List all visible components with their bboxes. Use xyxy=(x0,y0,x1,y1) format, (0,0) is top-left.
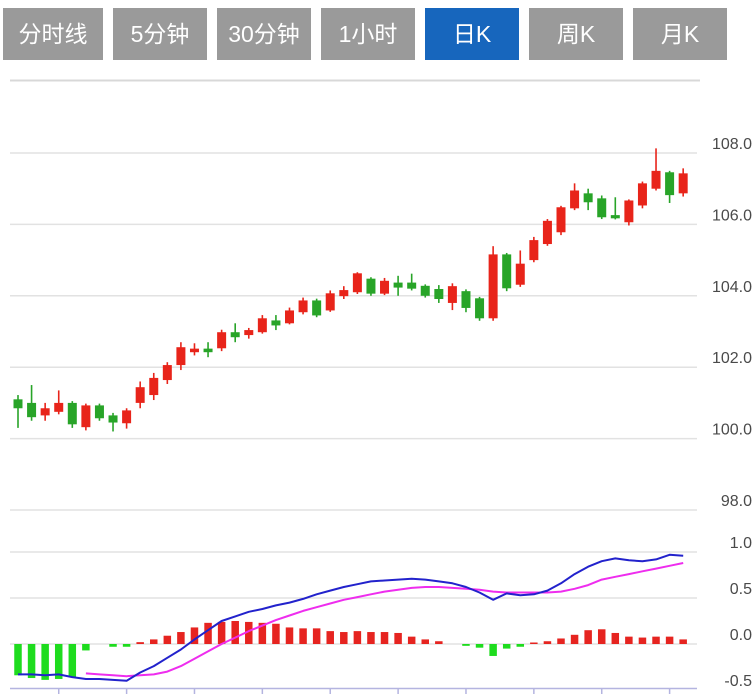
macd-panel: 1.0 0.5 0.0 -0.5 xyxy=(10,535,752,690)
kline-chart-app: 108.0 106.0 104.0 102.0 100.0 98.0 1.0 0.5 0.0 -0… xyxy=(0,0,755,694)
tab-monthly-k[interactable]: 月K xyxy=(633,8,727,60)
svg-text:-0.5: -0.5 xyxy=(724,673,752,690)
tab-weekly-k[interactable]: 周K xyxy=(529,8,623,60)
tab-daily-k[interactable]: 日K xyxy=(425,8,519,60)
tab-30min[interactable]: 30分钟 xyxy=(217,8,311,60)
svg-text:1.0: 1.0 xyxy=(730,535,752,552)
x-axis xyxy=(10,689,697,694)
chart-canvas: 108.0 106.0 104.0 102.0 100.0 98.0 1.0 0.5 0.0 -0… xyxy=(0,0,755,694)
svg-text:106.0: 106.0 xyxy=(712,207,752,224)
interval-toolbar: 分时线 5分钟 30分钟 1小时 日K 周K 月K xyxy=(3,8,727,60)
candlestick-panel: 108.0 106.0 104.0 102.0 100.0 98.0 xyxy=(10,81,752,511)
tab-5min[interactable]: 5分钟 xyxy=(113,8,207,60)
svg-text:102.0: 102.0 xyxy=(712,350,752,367)
svg-text:100.0: 100.0 xyxy=(712,422,752,439)
tab-1hour[interactable]: 1小时 xyxy=(321,8,415,60)
svg-text:104.0: 104.0 xyxy=(712,279,752,296)
svg-text:0.0: 0.0 xyxy=(730,627,752,644)
tab-minute-line[interactable]: 分时线 xyxy=(3,8,103,60)
svg-text:0.5: 0.5 xyxy=(730,581,752,598)
svg-text:98.0: 98.0 xyxy=(721,493,752,510)
svg-text:108.0: 108.0 xyxy=(712,136,752,153)
